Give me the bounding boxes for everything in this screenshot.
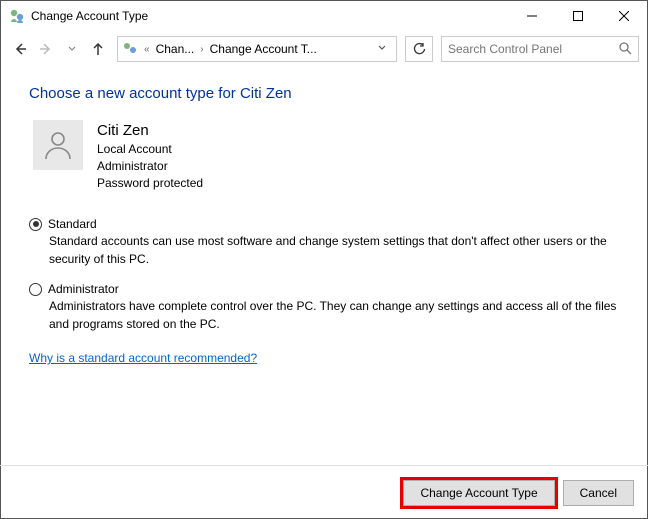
- change-account-type-button[interactable]: Change Account Type: [403, 480, 554, 506]
- user-password-status: Password protected: [97, 175, 203, 192]
- page-heading: Choose a new account type for Citi Zen: [29, 85, 619, 102]
- user-role: Administrator: [97, 158, 203, 175]
- navigation-bar: « Chan... › Change Account T...: [1, 31, 647, 67]
- maximize-button[interactable]: [555, 1, 601, 31]
- radio-standard[interactable]: [29, 218, 42, 231]
- avatar: [33, 120, 83, 170]
- back-button[interactable]: [9, 38, 31, 60]
- address-bar[interactable]: « Chan... › Change Account T...: [117, 36, 397, 62]
- titlebar: Change Account Type: [1, 1, 647, 31]
- control-panel-icon: [122, 41, 138, 57]
- search-input[interactable]: [448, 42, 618, 56]
- help-link[interactable]: Why is a standard account recommended?: [29, 351, 257, 365]
- account-type-options: Standard Standard accounts can use most …: [29, 217, 619, 333]
- option-description: Administrators have complete control ove…: [49, 298, 619, 333]
- option-standard[interactable]: Standard Standard accounts can use most …: [29, 217, 619, 268]
- option-administrator[interactable]: Administrator Administrators have comple…: [29, 282, 619, 333]
- refresh-button[interactable]: [405, 36, 433, 62]
- content-area: Choose a new account type for Citi Zen C…: [1, 67, 647, 365]
- user-info: Citi Zen Local Account Administrator Pas…: [97, 120, 203, 191]
- radio-administrator[interactable]: [29, 283, 42, 296]
- chevron-left-icon: «: [142, 44, 152, 55]
- forward-button[interactable]: [35, 38, 57, 60]
- footer: Change Account Type Cancel: [0, 465, 648, 519]
- window-title: Change Account Type: [31, 9, 509, 23]
- search-box[interactable]: [441, 36, 639, 62]
- option-label: Administrator: [48, 282, 119, 296]
- user-name: Citi Zen: [97, 120, 203, 141]
- user-summary: Citi Zen Local Account Administrator Pas…: [33, 120, 619, 191]
- window-controls: [509, 1, 647, 31]
- address-dropdown[interactable]: [372, 42, 392, 56]
- option-label: Standard: [48, 217, 97, 231]
- minimize-button[interactable]: [509, 1, 555, 31]
- breadcrumb-item[interactable]: Chan...: [156, 42, 195, 56]
- close-button[interactable]: [601, 1, 647, 31]
- app-icon: [9, 8, 25, 24]
- recent-dropdown[interactable]: [61, 38, 83, 60]
- search-icon[interactable]: [618, 41, 632, 58]
- chevron-right-icon: ›: [198, 44, 205, 55]
- option-description: Standard accounts can use most software …: [49, 233, 619, 268]
- user-account-type: Local Account: [97, 141, 203, 158]
- breadcrumb-item[interactable]: Change Account T...: [210, 42, 317, 56]
- up-button[interactable]: [87, 38, 109, 60]
- cancel-button[interactable]: Cancel: [563, 480, 634, 506]
